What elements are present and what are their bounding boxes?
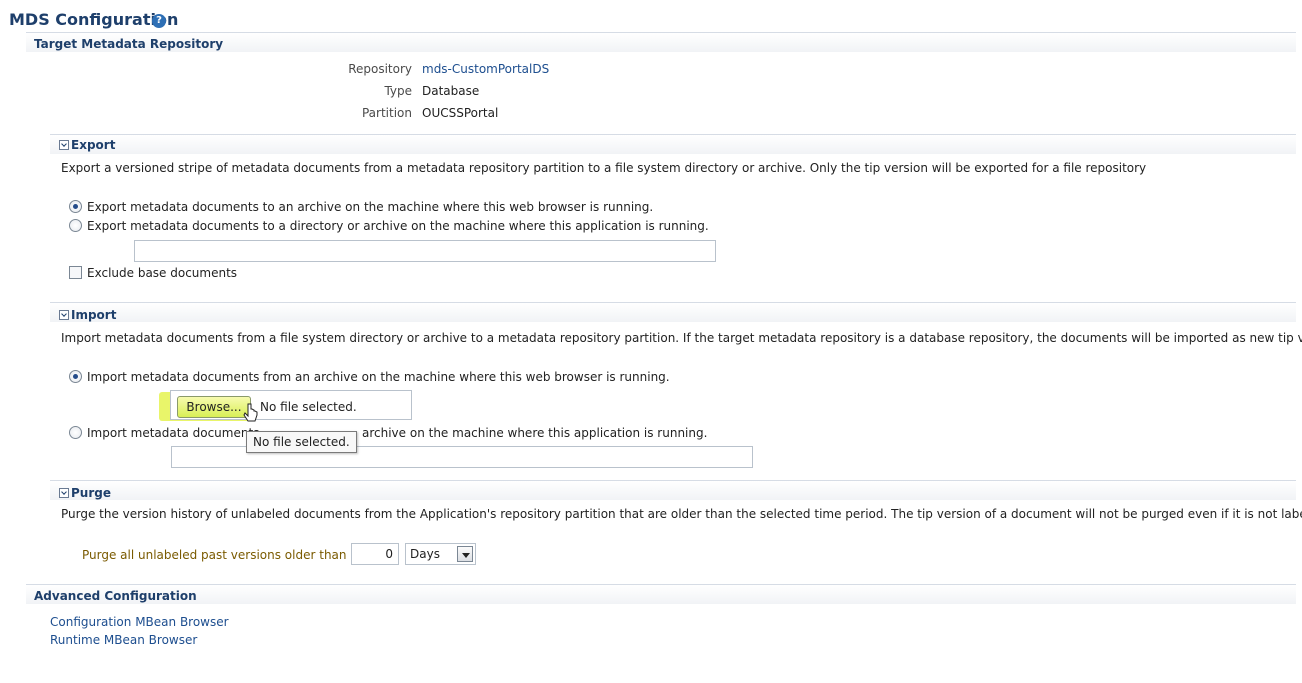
export-description: Export a versioned stripe of metadata do…	[61, 161, 1147, 175]
export-browser-radio[interactable]	[69, 200, 82, 213]
advanced-config-heading: Advanced Configuration	[34, 589, 197, 603]
file-tooltip: No file selected.	[246, 431, 357, 453]
export-toggle[interactable]: Export	[59, 138, 115, 152]
export-browser-option-label: Export metadata documents to an archive …	[87, 200, 654, 214]
import-section-header	[50, 302, 1296, 322]
exclude-base-checkbox[interactable]	[69, 266, 82, 279]
partition-label: Partition	[361, 106, 412, 120]
import-server-option-label-end: archive on the machine where this applic…	[362, 426, 708, 440]
type-label: Type	[384, 84, 412, 98]
exclude-base-label: Exclude base documents	[87, 266, 238, 280]
advanced-config-header	[26, 584, 1296, 604]
help-icon[interactable]: ?	[152, 14, 166, 28]
export-path-input[interactable]	[134, 240, 716, 262]
collapse-icon[interactable]	[59, 488, 69, 498]
file-status: No file selected.	[260, 400, 357, 414]
collapse-icon[interactable]	[59, 140, 69, 150]
runtime-mbean-browser-link[interactable]: Runtime MBean Browser	[50, 633, 197, 647]
purge-label: Purge all unlabeled past versions older …	[82, 548, 355, 562]
configuration-mbean-browser-link[interactable]: Configuration MBean Browser	[50, 615, 229, 629]
export-section-header	[50, 134, 1296, 154]
pointer-cursor-icon	[243, 403, 258, 422]
purge-unit-select[interactable]: Days	[405, 543, 476, 565]
purge-heading: Purge	[71, 486, 111, 500]
import-toggle[interactable]: Import	[59, 308, 116, 322]
import-description: Import metadata documents from a file sy…	[61, 331, 1302, 345]
export-server-option-label: Export metadata documents to a directory…	[87, 219, 709, 233]
dropdown-arrow-icon[interactable]	[457, 546, 473, 562]
repository-label: Repository	[348, 62, 412, 76]
target-repository-heading: Target Metadata Repository	[34, 37, 224, 51]
export-server-radio[interactable]	[69, 219, 82, 232]
export-heading: Export	[71, 138, 116, 152]
import-server-radio[interactable]	[69, 426, 82, 439]
import-browser-option-label: Import metadata documents from an archiv…	[87, 370, 670, 384]
import-heading: Import	[71, 308, 117, 322]
import-browser-radio[interactable]	[69, 370, 82, 383]
import-server-option-label-start: Import metadata documents	[87, 426, 260, 440]
collapse-icon[interactable]	[59, 310, 69, 320]
browse-button[interactable]: Browse...	[177, 396, 251, 418]
purge-description: Purge the version history of unlabeled d…	[61, 507, 1302, 521]
purge-section-header	[50, 480, 1296, 500]
partition-value: OUCSSPortal	[422, 106, 499, 120]
purge-unit-value: Days	[410, 547, 440, 561]
type-value: Database	[422, 84, 480, 98]
purge-days-input[interactable]: 0	[351, 543, 399, 565]
repository-value[interactable]: mds-CustomPortalDS	[422, 62, 549, 76]
purge-toggle[interactable]: Purge	[59, 486, 111, 500]
